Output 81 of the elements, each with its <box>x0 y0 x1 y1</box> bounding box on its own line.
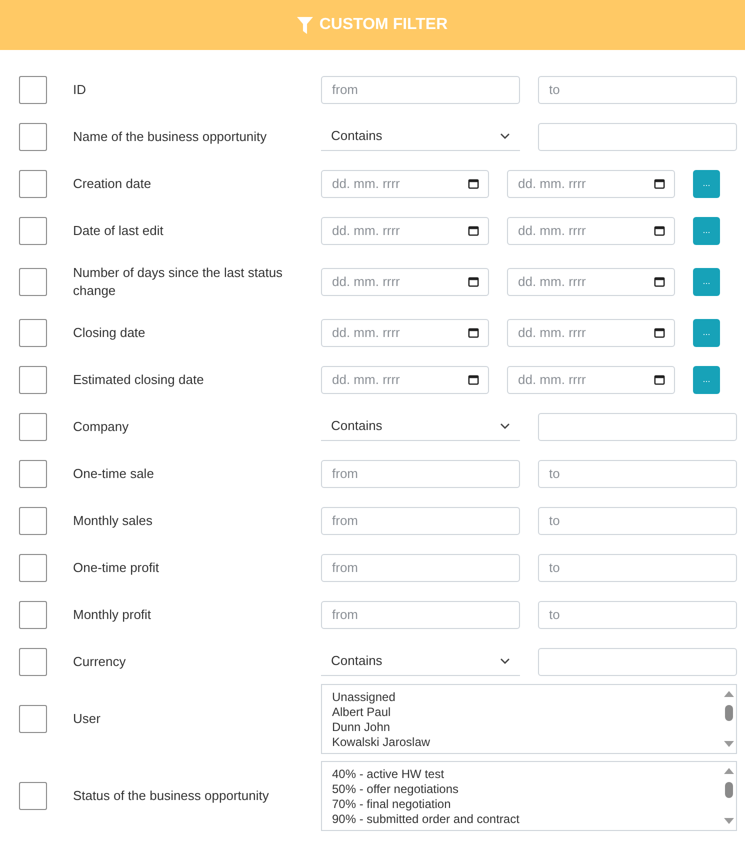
text-field[interactable] <box>538 412 737 440</box>
text-field[interactable] <box>538 648 737 676</box>
checkbox[interactable] <box>19 216 47 244</box>
header-title: CUSTOM FILTER <box>319 15 448 35</box>
to-field[interactable]: to <box>538 76 737 104</box>
checkbox[interactable] <box>19 648 47 676</box>
date-field[interactable]: dd. mm. rrrr <box>507 366 675 394</box>
checkbox[interactable] <box>19 704 47 732</box>
date-field[interactable]: dd. mm. rrrr <box>507 268 675 296</box>
checkbox[interactable] <box>19 122 47 150</box>
checkbox[interactable] <box>19 268 47 296</box>
filter-icon <box>297 16 314 34</box>
calendar-icon[interactable] <box>654 276 665 286</box>
calendar-icon[interactable] <box>654 374 665 384</box>
list-option[interactable]: 40% - active HW test <box>332 767 722 782</box>
field-label: User <box>73 710 102 728</box>
checkbox[interactable] <box>19 412 47 440</box>
field-label: Creation date <box>73 174 152 192</box>
date-field[interactable]: dd. mm. rrrr <box>321 268 489 296</box>
from-field[interactable]: from <box>321 554 520 582</box>
checkbox[interactable] <box>19 366 47 394</box>
multi-select-list[interactable]: Unassigned Albert Paul Dunn John Kowalski Jaroslaw <box>321 684 737 754</box>
calendar-icon[interactable] <box>468 276 479 286</box>
from-field[interactable]: from <box>321 506 520 534</box>
list-option[interactable]: Dunn John <box>332 720 722 734</box>
calendar-icon[interactable] <box>654 326 665 338</box>
field-label: One-time profit <box>73 558 160 576</box>
chevron-down-icon <box>500 133 510 139</box>
operator-dropdown[interactable]: Contains <box>321 648 520 676</box>
checkbox[interactable] <box>19 318 47 346</box>
field-label: Monthly profit <box>73 606 152 624</box>
checkbox[interactable] <box>19 600 47 628</box>
field-label: ID <box>73 80 87 98</box>
calendar-icon[interactable] <box>468 374 479 384</box>
multi-select-list[interactable]: 40% - active HW test 50% - offer negotiations 70% - final negotiation 90% - submitted order and contract <box>321 761 737 831</box>
operator-dropdown[interactable]: Contains <box>321 412 520 440</box>
operator-dropdown[interactable]: Contains <box>321 122 520 150</box>
date-field[interactable]: dd. mm. rrrr <box>321 318 489 346</box>
date-field[interactable]: dd. mm. rrrr <box>507 318 675 346</box>
chevron-down-icon <box>500 658 510 664</box>
to-field[interactable]: to <box>538 554 737 582</box>
checkbox[interactable] <box>19 170 47 198</box>
date-field[interactable]: dd. mm. rrrr <box>321 366 489 394</box>
field-label: Monthly sales <box>73 512 154 530</box>
to-field[interactable]: to <box>538 506 737 534</box>
field-label: Name of the business opportunity <box>73 128 268 146</box>
list-option[interactable]: Kowalski Jaroslaw <box>332 734 722 750</box>
field-label: Estimated closing date <box>73 370 205 388</box>
field-label: Number of days since the last status change <box>73 264 284 300</box>
to-field[interactable]: to <box>538 600 737 628</box>
from-field[interactable]: from <box>321 600 520 628</box>
checkbox[interactable] <box>19 460 47 488</box>
date-field[interactable]: dd. mm. rrrr <box>507 216 675 244</box>
checkbox[interactable] <box>19 76 47 104</box>
calendar-icon[interactable] <box>654 178 665 188</box>
from-field[interactable]: from <box>321 76 520 104</box>
field-label: Closing date <box>73 324 146 342</box>
calendar-icon[interactable] <box>468 326 479 338</box>
list-option[interactable]: 50% - offer negotiations <box>332 782 722 797</box>
field-label: Currency <box>73 652 127 670</box>
calendar-icon[interactable] <box>468 178 479 188</box>
checkbox[interactable] <box>19 554 47 582</box>
list-option[interactable]: 90% - submitted order and contract <box>332 812 722 827</box>
text-field[interactable] <box>538 122 737 150</box>
field-label: Company <box>73 418 130 436</box>
list-option[interactable]: Albert Paul <box>332 704 722 720</box>
field-label: One-time sale <box>73 464 155 482</box>
calendar-icon[interactable] <box>468 224 479 236</box>
list-option[interactable]: Unassigned <box>332 690 722 704</box>
checkbox[interactable] <box>19 782 47 810</box>
date-field[interactable]: dd. mm. rrrr <box>507 170 675 198</box>
list-option[interactable]: 70% - final negotiation <box>332 797 722 812</box>
checkbox[interactable] <box>19 506 47 534</box>
chevron-down-icon <box>500 423 510 429</box>
field-label: Status of the business opportunity <box>73 787 270 805</box>
date-field[interactable]: dd. mm. rrrr <box>321 170 489 198</box>
field-label: Date of last edit <box>73 222 164 240</box>
to-field[interactable]: to <box>538 460 737 488</box>
date-field[interactable]: dd. mm. rrrr <box>321 216 489 244</box>
calendar-icon[interactable] <box>654 224 665 236</box>
from-field[interactable]: from <box>321 460 520 488</box>
